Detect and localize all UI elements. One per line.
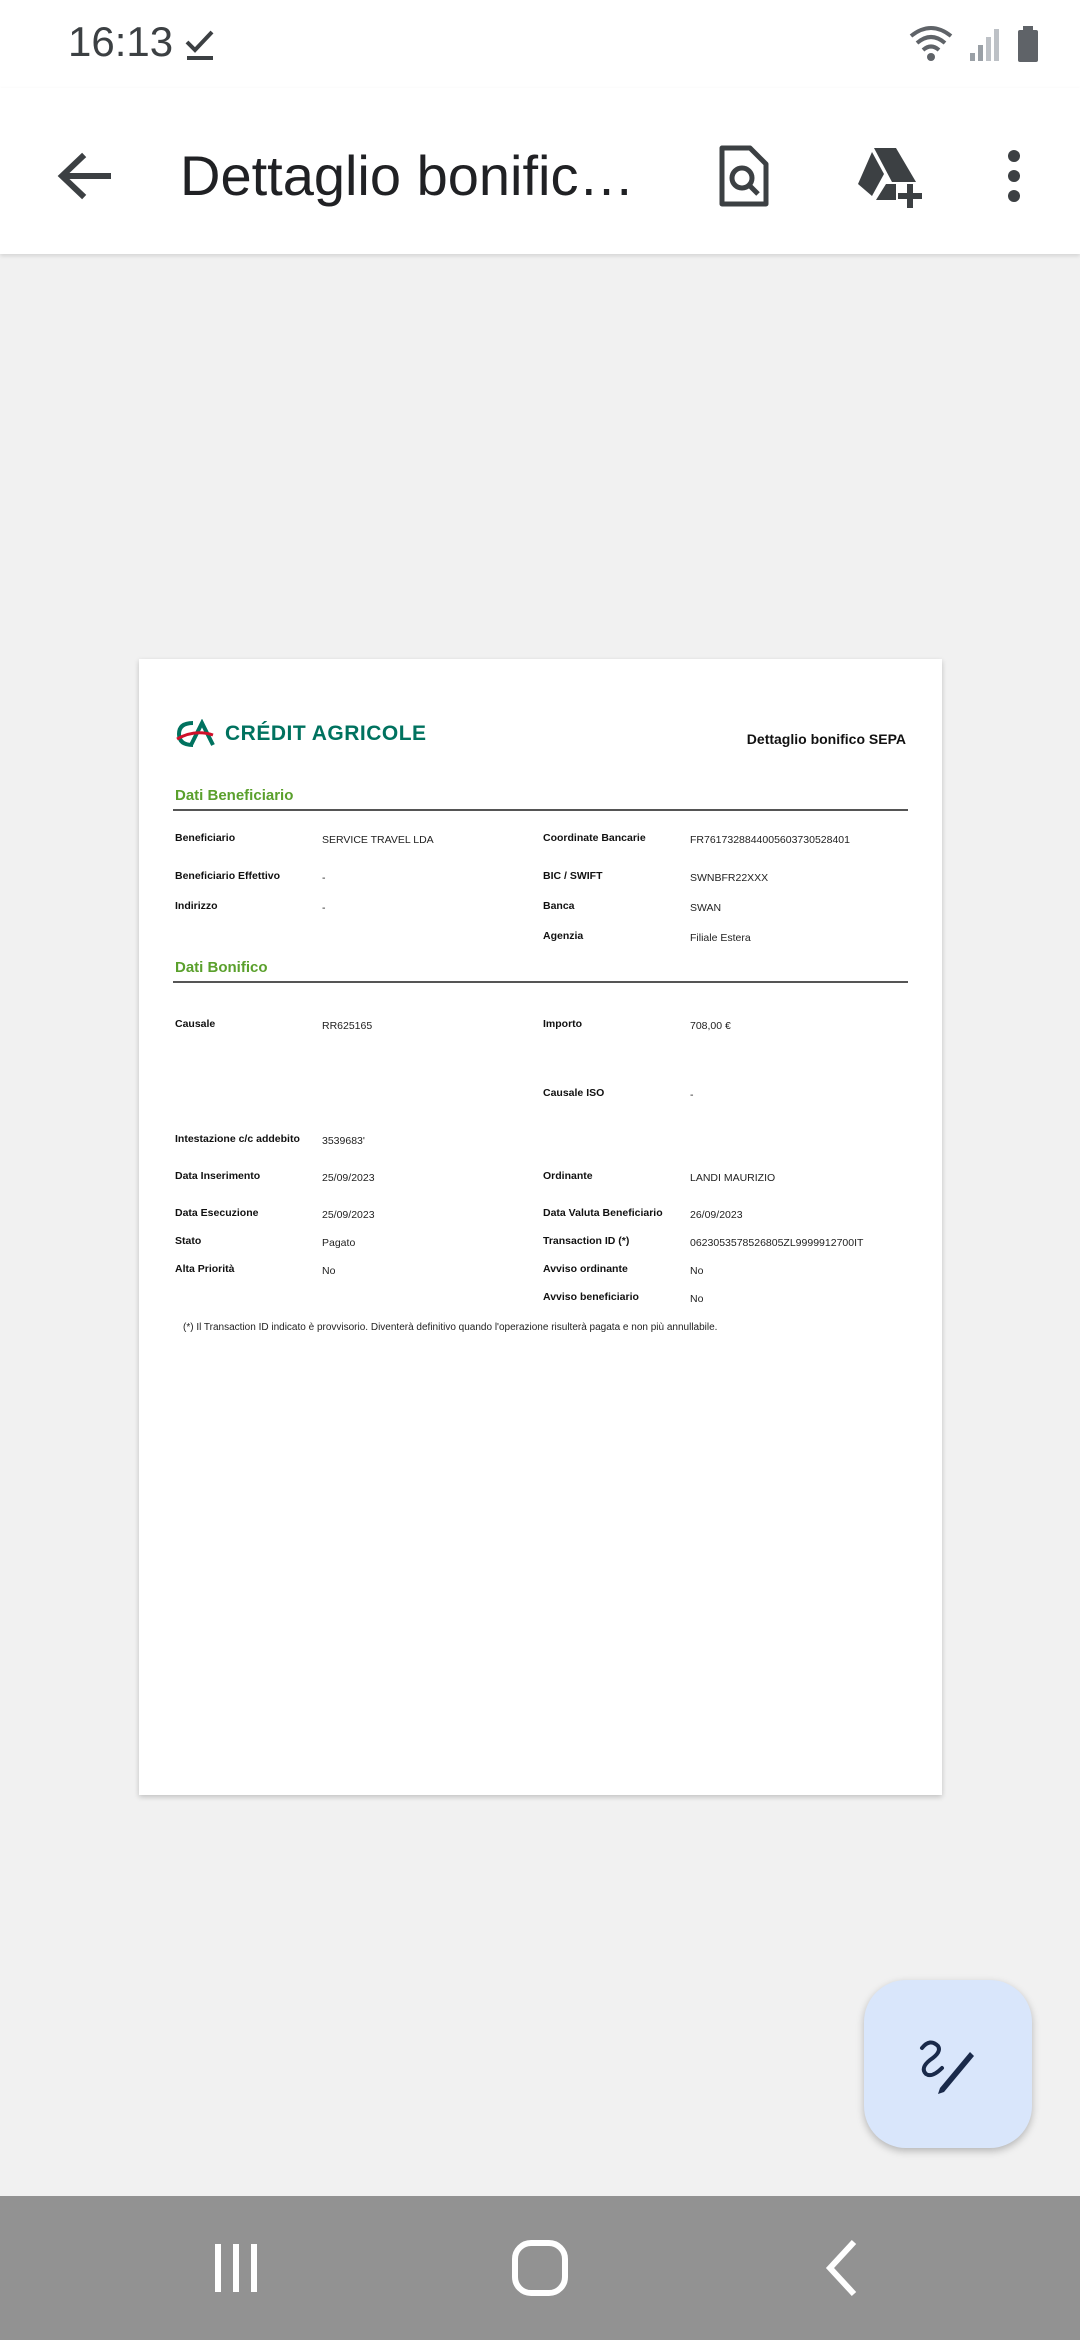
back-icon — [825, 2239, 857, 2297]
banca-label: Banca — [543, 900, 575, 912]
causale-iso-label: Causale ISO — [543, 1087, 605, 1099]
file-search-icon — [719, 145, 769, 207]
stato-label: Stato — [175, 1235, 202, 1247]
home-button[interactable] — [490, 2226, 590, 2310]
beneficiario-effettivo-label: Beneficiario Effettivo — [175, 870, 281, 882]
beneficiario-effettivo-value: - — [322, 872, 326, 884]
credit-agricole-logo-icon — [176, 719, 215, 747]
agenzia-label: Agenzia — [543, 930, 584, 942]
ordinante-value: LANDI MAURIZIO — [690, 1172, 776, 1184]
section-dati-bonifico: Dati Bonifico — [175, 959, 268, 976]
app-bar: Dettaglio bonifico SEPA.pdf — [0, 88, 1080, 254]
coordinate-value: FR7617328844005603730528401 — [690, 834, 850, 846]
data-valuta-label: Data Valuta Beneficiario — [543, 1207, 663, 1219]
page-title: Dettaglio bonifico SEPA.pdf — [180, 144, 650, 207]
home-icon — [512, 2240, 568, 2296]
indirizzo-value: - — [322, 902, 326, 914]
data-esecuzione-value: 25/09/2023 — [322, 1209, 375, 1221]
causale-label: Causale — [175, 1018, 216, 1030]
importo-value: 708,00 € — [690, 1020, 731, 1032]
avviso-ordinante-value: No — [690, 1265, 704, 1277]
back-arrow-icon — [57, 152, 111, 200]
bic-label: BIC / SWIFT — [543, 870, 603, 882]
more-options-button[interactable] — [976, 138, 1052, 214]
intestazione-value: 3539683' — [322, 1135, 365, 1147]
avviso-beneficiario-label: Avviso beneficiario — [543, 1291, 639, 1303]
signal-icon — [970, 29, 999, 61]
more-vert-icon — [1008, 150, 1020, 202]
battery-icon — [1018, 26, 1038, 62]
wifi-icon — [909, 26, 953, 61]
beneficiario-value: SERVICE TRAVEL LDA — [322, 834, 434, 846]
section-dati-beneficiario: Dati Beneficiario — [175, 787, 294, 804]
drive-add-icon — [858, 148, 922, 208]
bank-logo: CRÉDIT AGRICOLE — [175, 719, 427, 749]
edit-sign-icon — [920, 2040, 974, 2094]
data-inserimento-value: 25/09/2023 — [322, 1172, 375, 1184]
importo-label: Importo — [543, 1018, 583, 1030]
stato-value: Pagato — [322, 1237, 356, 1249]
status-bar: 16:13 — [0, 0, 1080, 88]
recents-icon — [215, 2244, 257, 2292]
alta-priorita-value: No — [322, 1265, 336, 1277]
transaction-id-label: Transaction ID (*) — [543, 1235, 630, 1247]
transaction-id-value: 0623053578526805ZL9999912700IT — [690, 1237, 864, 1249]
system-nav-bar — [0, 2196, 1080, 2340]
data-esecuzione-label: Data Esecuzione — [175, 1207, 259, 1219]
back-arrow-button[interactable] — [46, 138, 122, 214]
status-icons — [908, 22, 1040, 66]
beneficiario-label: Beneficiario — [175, 832, 236, 844]
intestazione-label: Intestazione c/c addebito — [175, 1133, 300, 1145]
indirizzo-label: Indirizzo — [175, 900, 218, 912]
causale-iso-value: - — [690, 1089, 694, 1101]
section-divider — [173, 809, 908, 811]
data-inserimento-label: Data Inserimento — [175, 1170, 261, 1182]
add-to-drive-button[interactable] — [850, 138, 926, 214]
causale-value: RR625165 — [322, 1020, 373, 1032]
pdf-page: CRÉDIT AGRICOLE Dettaglio bonifico SEPA … — [139, 659, 942, 1795]
avviso-beneficiario-value: No — [690, 1293, 704, 1305]
avviso-ordinante-label: Avviso ordinante — [543, 1263, 628, 1275]
find-in-file-button[interactable] — [706, 138, 782, 214]
status-time: 16:13 — [68, 18, 174, 65]
banca-value: SWAN — [690, 902, 722, 914]
edit-fab-button[interactable] — [864, 1980, 1032, 2148]
ordinante-label: Ordinante — [543, 1170, 593, 1182]
download-done-icon — [185, 30, 214, 60]
document-title: Dettaglio bonifico SEPA — [746, 731, 906, 747]
nav-back-button[interactable] — [792, 2226, 892, 2310]
data-valuta-value: 26/09/2023 — [690, 1209, 743, 1221]
coordinate-label: Coordinate Bancarie — [543, 832, 646, 844]
transaction-footnote: (*) Il Transaction ID indicato è provvis… — [183, 1322, 718, 1333]
section-divider — [173, 981, 908, 983]
alta-priorita-label: Alta Priorità — [175, 1263, 235, 1275]
logo-text: CRÉDIT AGRICOLE — [225, 722, 427, 745]
recents-button[interactable] — [186, 2226, 286, 2310]
bic-value: SWNBFR22XXX — [690, 872, 769, 884]
agenzia-value: Filiale Estera — [690, 932, 751, 944]
